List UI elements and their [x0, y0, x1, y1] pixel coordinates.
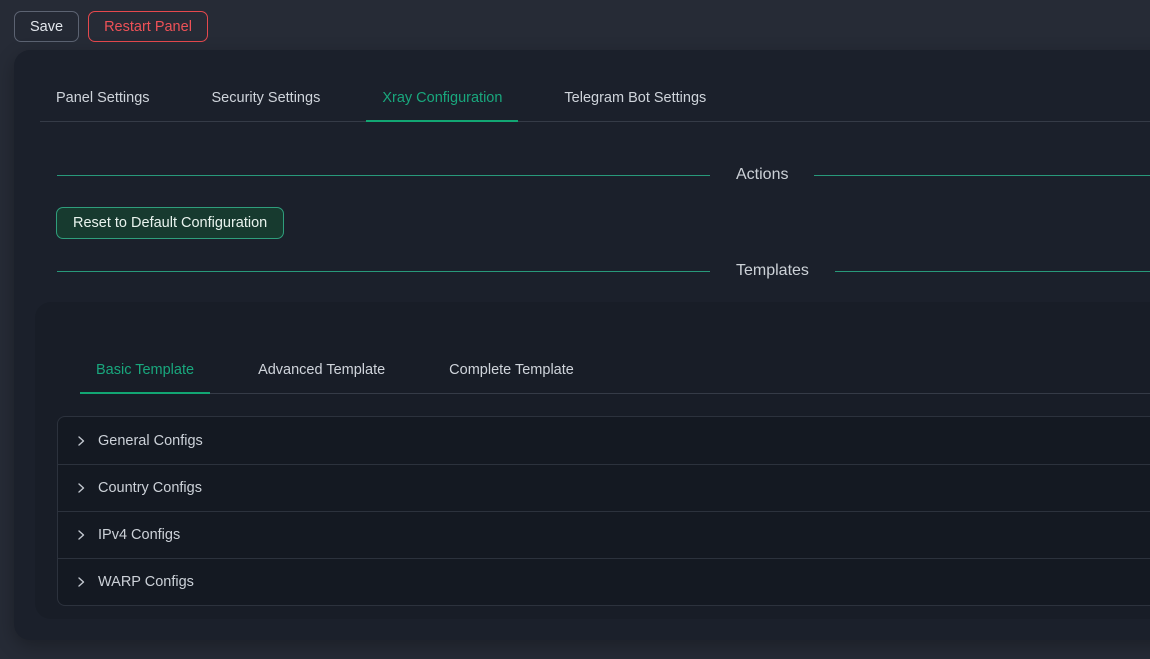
templates-divider-label: Templates [736, 262, 809, 280]
chevron-right-icon [75, 482, 87, 494]
settings-card: Panel Settings Security Settings Xray Co… [14, 50, 1150, 640]
configs-collapse-group: General Configs Country Configs IPv4 Con… [57, 416, 1150, 606]
collapse-general-configs[interactable]: General Configs [58, 417, 1150, 464]
save-button[interactable]: Save [14, 11, 79, 42]
templates-tabbar: Basic Template Advanced Template Complet… [80, 348, 1150, 394]
tab-basic-template[interactable]: Basic Template [80, 348, 210, 394]
collapse-panel-label: General Configs [98, 433, 203, 449]
collapse-panel-label: Country Configs [98, 480, 202, 496]
reset-default-configuration-button[interactable]: Reset to Default Configuration [56, 207, 284, 239]
templates-divider: Templates [57, 260, 1150, 282]
chevron-right-icon [75, 576, 87, 588]
restart-panel-button[interactable]: Restart Panel [88, 11, 208, 42]
top-action-bar: Save Restart Panel [14, 11, 208, 42]
actions-divider-label: Actions [736, 166, 788, 184]
chevron-right-icon [75, 435, 87, 447]
tab-advanced-template[interactable]: Advanced Template [242, 348, 401, 394]
actions-divider: Actions [57, 164, 1150, 186]
collapse-panel-label: WARP Configs [98, 574, 194, 590]
tab-complete-template[interactable]: Complete Template [433, 348, 590, 394]
tab-xray-configuration[interactable]: Xray Configuration [366, 76, 518, 122]
collapse-panel-label: IPv4 Configs [98, 527, 180, 543]
divider-line [57, 271, 710, 272]
collapse-warp-configs[interactable]: WARP Configs [58, 558, 1150, 605]
tab-telegram-bot-settings[interactable]: Telegram Bot Settings [548, 76, 722, 122]
divider-line [57, 175, 710, 176]
templates-card: Basic Template Advanced Template Complet… [35, 302, 1150, 619]
tab-panel-settings[interactable]: Panel Settings [40, 76, 166, 122]
chevron-right-icon [75, 529, 87, 541]
collapse-country-configs[interactable]: Country Configs [58, 464, 1150, 511]
collapse-ipv4-configs[interactable]: IPv4 Configs [58, 511, 1150, 558]
settings-tabbar: Panel Settings Security Settings Xray Co… [40, 76, 1150, 122]
divider-line [814, 175, 1150, 176]
divider-line [835, 271, 1150, 272]
tab-security-settings[interactable]: Security Settings [196, 76, 337, 122]
